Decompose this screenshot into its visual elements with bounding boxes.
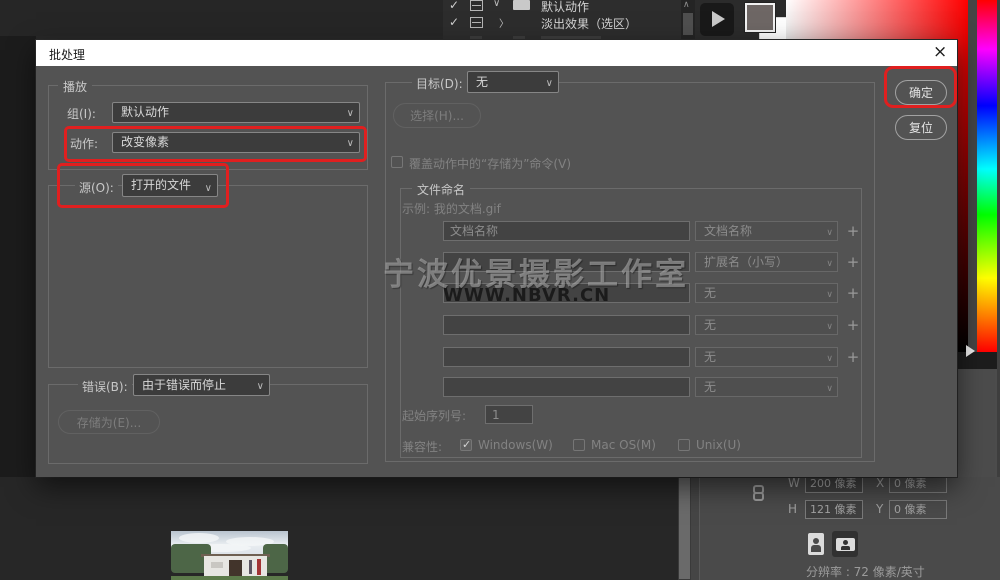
- close-icon[interactable]: ×: [933, 42, 947, 62]
- chevron-down-icon[interactable]: ∨: [493, 0, 500, 9]
- dialog-title: 批处理: [49, 46, 85, 63]
- properties-panel: W 200 像素 X 0 像素 H 121 像素 Y 0 像素 分辨率 : 72…: [700, 477, 1000, 580]
- add-naming-token-button[interactable]: +: [846, 283, 860, 303]
- photoshop-window: ✓ ∨ 默认动作 ✓ 〉 淡出效果（选区） ∧: [0, 0, 1000, 580]
- dialog-toggle-icon[interactable]: [470, 0, 483, 11]
- naming-input-6[interactable]: [443, 377, 690, 397]
- canvas-scrollbar[interactable]: [678, 477, 691, 580]
- actions-row-fade-effect[interactable]: ✓ 〉 淡出效果（选区）: [443, 14, 681, 31]
- naming-select-1[interactable]: 文档名称∨: [695, 221, 838, 241]
- naming-select-4[interactable]: 无∨: [695, 315, 838, 335]
- folder-icon: [513, 0, 530, 10]
- destination-dropdown[interactable]: 无 ∨: [467, 71, 559, 93]
- color-swatch-control: [741, 0, 786, 40]
- top-canvas-strip: [0, 0, 443, 36]
- play-button[interactable]: [700, 3, 734, 36]
- file-naming-legend: 文件命名: [412, 181, 470, 198]
- right-panel-upper: [957, 369, 1000, 478]
- compat-windows-checkbox[interactable]: [460, 439, 472, 451]
- set-label: 组(I):: [67, 105, 96, 122]
- choose-button[interactable]: 选择(H)...: [393, 103, 481, 128]
- destination-label: 目标(D):: [412, 75, 467, 92]
- play-group-legend: 播放: [58, 78, 92, 95]
- override-save-as-label: 覆盖动作中的“存储为”命令(V): [409, 155, 571, 172]
- compat-macos-label: Mac OS(M): [591, 438, 656, 452]
- width-label: W: [788, 476, 800, 490]
- chevron-down-icon: ∨: [546, 74, 553, 94]
- chevron-down-icon: ∨: [826, 350, 833, 367]
- hue-slider-marker[interactable]: [966, 345, 975, 357]
- naming-select-3[interactable]: 无∨: [695, 283, 838, 303]
- x-label: X: [876, 476, 884, 490]
- chevron-down-icon: ∨: [826, 224, 833, 241]
- document-image-house: [171, 531, 288, 580]
- hue-slider-bar[interactable]: [977, 0, 997, 352]
- y-label: Y: [876, 502, 883, 516]
- document-canvas: [0, 477, 700, 580]
- add-naming-token-button[interactable]: +: [846, 252, 860, 272]
- add-naming-token-button[interactable]: +: [846, 221, 860, 241]
- reset-button[interactable]: 复位: [895, 115, 947, 140]
- scrollbar-thumb[interactable]: [679, 478, 690, 579]
- check-icon: ✓: [449, 15, 459, 29]
- naming-select-6[interactable]: 无∨: [695, 377, 838, 397]
- scrollbar-thumb[interactable]: [683, 13, 693, 35]
- height-label: H: [788, 502, 797, 516]
- save-as-button[interactable]: 存储为(E)...: [58, 410, 160, 434]
- actions-scrollbar[interactable]: ∧: [681, 0, 695, 40]
- naming-select-2[interactable]: 扩展名（小写）∨: [695, 252, 838, 272]
- action-set-label[interactable]: 默认动作: [541, 0, 589, 15]
- check-icon: ✓: [449, 0, 459, 12]
- add-naming-token-button[interactable]: +: [846, 315, 860, 335]
- serial-number-input[interactable]: 1: [485, 405, 533, 424]
- dialog-toggle-icon[interactable]: [470, 17, 483, 28]
- naming-input-1[interactable]: 文档名称: [443, 221, 690, 241]
- actions-toolbar: [695, 0, 741, 40]
- foreground-color-swatch[interactable]: [745, 3, 775, 32]
- serial-number-label: 起始序列号:: [402, 407, 466, 424]
- play-icon: [712, 11, 725, 27]
- add-naming-token-button[interactable]: +: [846, 347, 860, 367]
- naming-input-4[interactable]: [443, 315, 690, 335]
- error-label: 错误(B):: [78, 378, 132, 395]
- link-dimensions-icon[interactable]: [753, 485, 764, 501]
- error-dropdown[interactable]: 由于错误而停止 ∨: [133, 374, 270, 396]
- orientation-portrait-button[interactable]: [808, 533, 824, 555]
- naming-input-5[interactable]: [443, 347, 690, 367]
- y-field[interactable]: 0 像素: [889, 500, 947, 519]
- orientation-landscape-button[interactable]: [832, 531, 858, 557]
- compat-unix-checkbox[interactable]: [678, 439, 690, 451]
- chevron-down-icon: ∨: [347, 104, 354, 123]
- annotation-box-action: [64, 126, 367, 162]
- override-save-as-checkbox[interactable]: [391, 156, 403, 168]
- chevron-down-icon: ∨: [826, 286, 833, 303]
- watermark-url-text: WWW.NBVR.CN: [443, 285, 610, 306]
- annotation-box-source: [57, 163, 229, 208]
- scroll-up-icon[interactable]: ∧: [683, 0, 690, 10]
- actions-panel: ✓ ∨ 默认动作 ✓ 〉 淡出效果（选区）: [443, 0, 681, 40]
- picker-bottom-band: [957, 352, 1000, 369]
- compat-macos-checkbox[interactable]: [573, 439, 585, 451]
- chevron-down-icon: ∨: [826, 318, 833, 335]
- action-item-label[interactable]: 淡出效果（选区）: [541, 15, 637, 32]
- compat-unix-label: Unix(U): [696, 438, 741, 452]
- chevron-right-icon[interactable]: 〉: [499, 15, 509, 30]
- naming-select-5[interactable]: 无∨: [695, 347, 838, 367]
- panel-divider[interactable]: [691, 477, 700, 580]
- chevron-down-icon: ∨: [257, 377, 264, 397]
- chevron-down-icon: ∨: [826, 380, 833, 397]
- dialog-titlebar[interactable]: 批处理 ×: [36, 40, 957, 66]
- set-dropdown[interactable]: 默认动作 ∨: [112, 102, 360, 123]
- compat-windows-label: Windows(W): [478, 438, 553, 452]
- actions-row-default-set[interactable]: ✓ ∨ 默认动作: [443, 0, 681, 14]
- resolution-text: 分辨率 : 72 像素/英寸: [806, 563, 925, 580]
- compatibility-label: 兼容性:: [402, 438, 442, 455]
- source-group: [48, 185, 368, 368]
- annotation-box-ok: [884, 66, 957, 108]
- file-naming-example: 示例: 我的文档.gif: [402, 200, 501, 217]
- chevron-down-icon: ∨: [826, 255, 833, 272]
- height-field[interactable]: 121 像素: [805, 500, 863, 519]
- color-picker-gap: [968, 0, 977, 352]
